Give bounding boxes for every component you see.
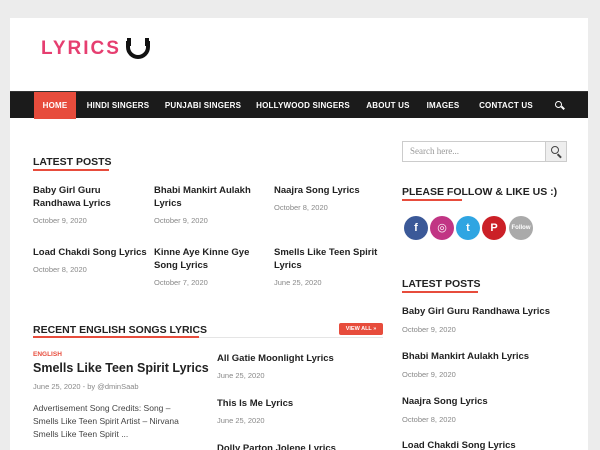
category-badge[interactable]: ENGLISH: [33, 351, 62, 358]
post-title[interactable]: This Is Me Lyrics: [217, 397, 377, 410]
post-title[interactable]: Naajra Song Lyrics: [402, 396, 488, 407]
twitter-icon[interactable]: t: [456, 216, 480, 240]
follow-heading: PLEASE FOLLOW & LIKE US :): [402, 186, 558, 198]
recent-english-heading: RECENT ENGLISH SONGS LYRICS: [33, 324, 208, 336]
sidebar-post-item[interactable]: Load Chakdi Song Lyrics: [402, 440, 516, 450]
post-date: October 9, 2020: [402, 370, 456, 379]
follow-icon[interactable]: Follow: [509, 216, 533, 240]
post-title[interactable]: Kinne Aye Kinne Gye Song Lyrics: [154, 246, 264, 272]
instagram-icon[interactable]: ◎: [430, 216, 454, 240]
view-all-button[interactable]: VIEW ALL »: [339, 323, 383, 335]
nav-punjabi-singers[interactable]: PUNJABI SINGERS: [162, 92, 244, 119]
english-post-item[interactable]: Dolly Parton Jolene Lyrics: [217, 442, 377, 450]
post-title[interactable]: Load Chakdi Song Lyrics: [402, 440, 516, 450]
english-post-item[interactable]: All Gatie Moonlight Lyrics June 25, 2020: [217, 352, 377, 380]
post-excerpt: Advertisement Song Credits: Song – Smells…: [33, 403, 179, 439]
post-title[interactable]: Baby Girl Guru Randhawa Lyrics: [33, 184, 143, 210]
post-date: October 9, 2020: [154, 216, 208, 225]
post-date: June 25, 2020: [217, 371, 265, 380]
post-title[interactable]: Bhabi Mankirt Aulakh Lyrics: [154, 184, 264, 210]
post-date: October 9, 2020: [33, 216, 87, 225]
nav-images[interactable]: IMAGES: [423, 92, 463, 119]
featured-post-title[interactable]: Smells Like Teen Spirit Lyrics: [33, 361, 209, 375]
post-title[interactable]: All Gatie Moonlight Lyrics: [217, 352, 377, 365]
post-date: October 9, 2020: [402, 325, 456, 334]
heading-underline: [33, 336, 199, 338]
heading-underline: [402, 199, 462, 201]
nav-hollywood-singers[interactable]: HOLLYWOOD SINGERS: [252, 92, 354, 119]
search-input[interactable]: Search here...: [402, 141, 546, 162]
heading-underline: [402, 291, 478, 293]
post-author[interactable]: @dminSaab: [97, 382, 138, 391]
post-title[interactable]: Dolly Parton Jolene Lyrics: [217, 442, 377, 450]
latest-posts-heading: LATEST POSTS: [33, 156, 112, 168]
logo-text: LYRICS: [41, 38, 121, 59]
smiley-logo-icon: [125, 37, 151, 61]
latest-post-item[interactable]: Baby Girl Guru Randhawa Lyrics October 9,…: [33, 184, 143, 225]
latest-post-item[interactable]: Smells Like Teen Spirit Lyrics June 25, 2…: [274, 246, 384, 287]
post-date: October 7, 2020: [154, 278, 208, 287]
sidebar-latest-heading: LATEST POSTS: [402, 278, 481, 290]
post-title[interactable]: Load Chakdi Song Lyrics: [33, 246, 148, 259]
nav-home[interactable]: HOME: [34, 92, 76, 119]
latest-post-item[interactable]: Kinne Aye Kinne Gye Song Lyrics October 7…: [154, 246, 264, 287]
search-button[interactable]: [545, 141, 567, 162]
latest-post-item[interactable]: Bhabi Mankirt Aulakh Lyrics October 9, 20…: [154, 184, 264, 225]
post-date: June 25, 2020: [274, 278, 322, 287]
latest-post-item[interactable]: Naajra Song Lyrics October 8, 2020: [274, 184, 384, 212]
post-title[interactable]: Smells Like Teen Spirit Lyrics: [274, 246, 384, 272]
post-date: October 8, 2020: [33, 265, 87, 274]
sidebar-post-item[interactable]: Baby Girl Guru Randhawa Lyrics October 9…: [402, 306, 550, 334]
nav-contact-us[interactable]: CONTACT US: [474, 92, 538, 119]
page-container: LYRICS HOME HINDI SINGERS PUNJABI SINGER…: [10, 18, 588, 450]
post-date: October 8, 2020: [274, 203, 328, 212]
english-post-item[interactable]: This Is Me Lyrics June 25, 2020: [217, 397, 377, 425]
post-meta: June 25, 2020 - by @dminSaab: [33, 382, 139, 391]
post-title[interactable]: Bhabi Mankirt Aulakh Lyrics: [402, 351, 529, 362]
facebook-icon[interactable]: f: [404, 216, 428, 240]
nav-about-us[interactable]: ABOUT US: [363, 92, 413, 119]
post-date: June 25, 2020: [33, 382, 81, 391]
post-date: June 25, 2020: [217, 416, 265, 425]
sidebar-post-item[interactable]: Naajra Song Lyrics October 8, 2020: [402, 396, 488, 424]
site-logo[interactable]: LYRICS: [41, 37, 151, 61]
nav-search-icon[interactable]: [552, 92, 568, 119]
main-nav: HOME HINDI SINGERS PUNJABI SINGERS HOLLY…: [10, 91, 588, 119]
latest-post-item[interactable]: Load Chakdi Song Lyrics October 8, 2020: [33, 246, 148, 274]
site-header: LYRICS: [10, 18, 588, 91]
nav-hindi-singers[interactable]: HINDI SINGERS: [81, 92, 155, 119]
post-title[interactable]: Naajra Song Lyrics: [274, 184, 384, 197]
heading-underline: [33, 169, 109, 171]
sidebar-post-item[interactable]: Bhabi Mankirt Aulakh Lyrics October 9, 2…: [402, 351, 529, 379]
pinterest-icon[interactable]: P: [482, 216, 506, 240]
post-title[interactable]: Baby Girl Guru Randhawa Lyrics: [402, 306, 550, 317]
post-date: October 8, 2020: [402, 415, 456, 424]
